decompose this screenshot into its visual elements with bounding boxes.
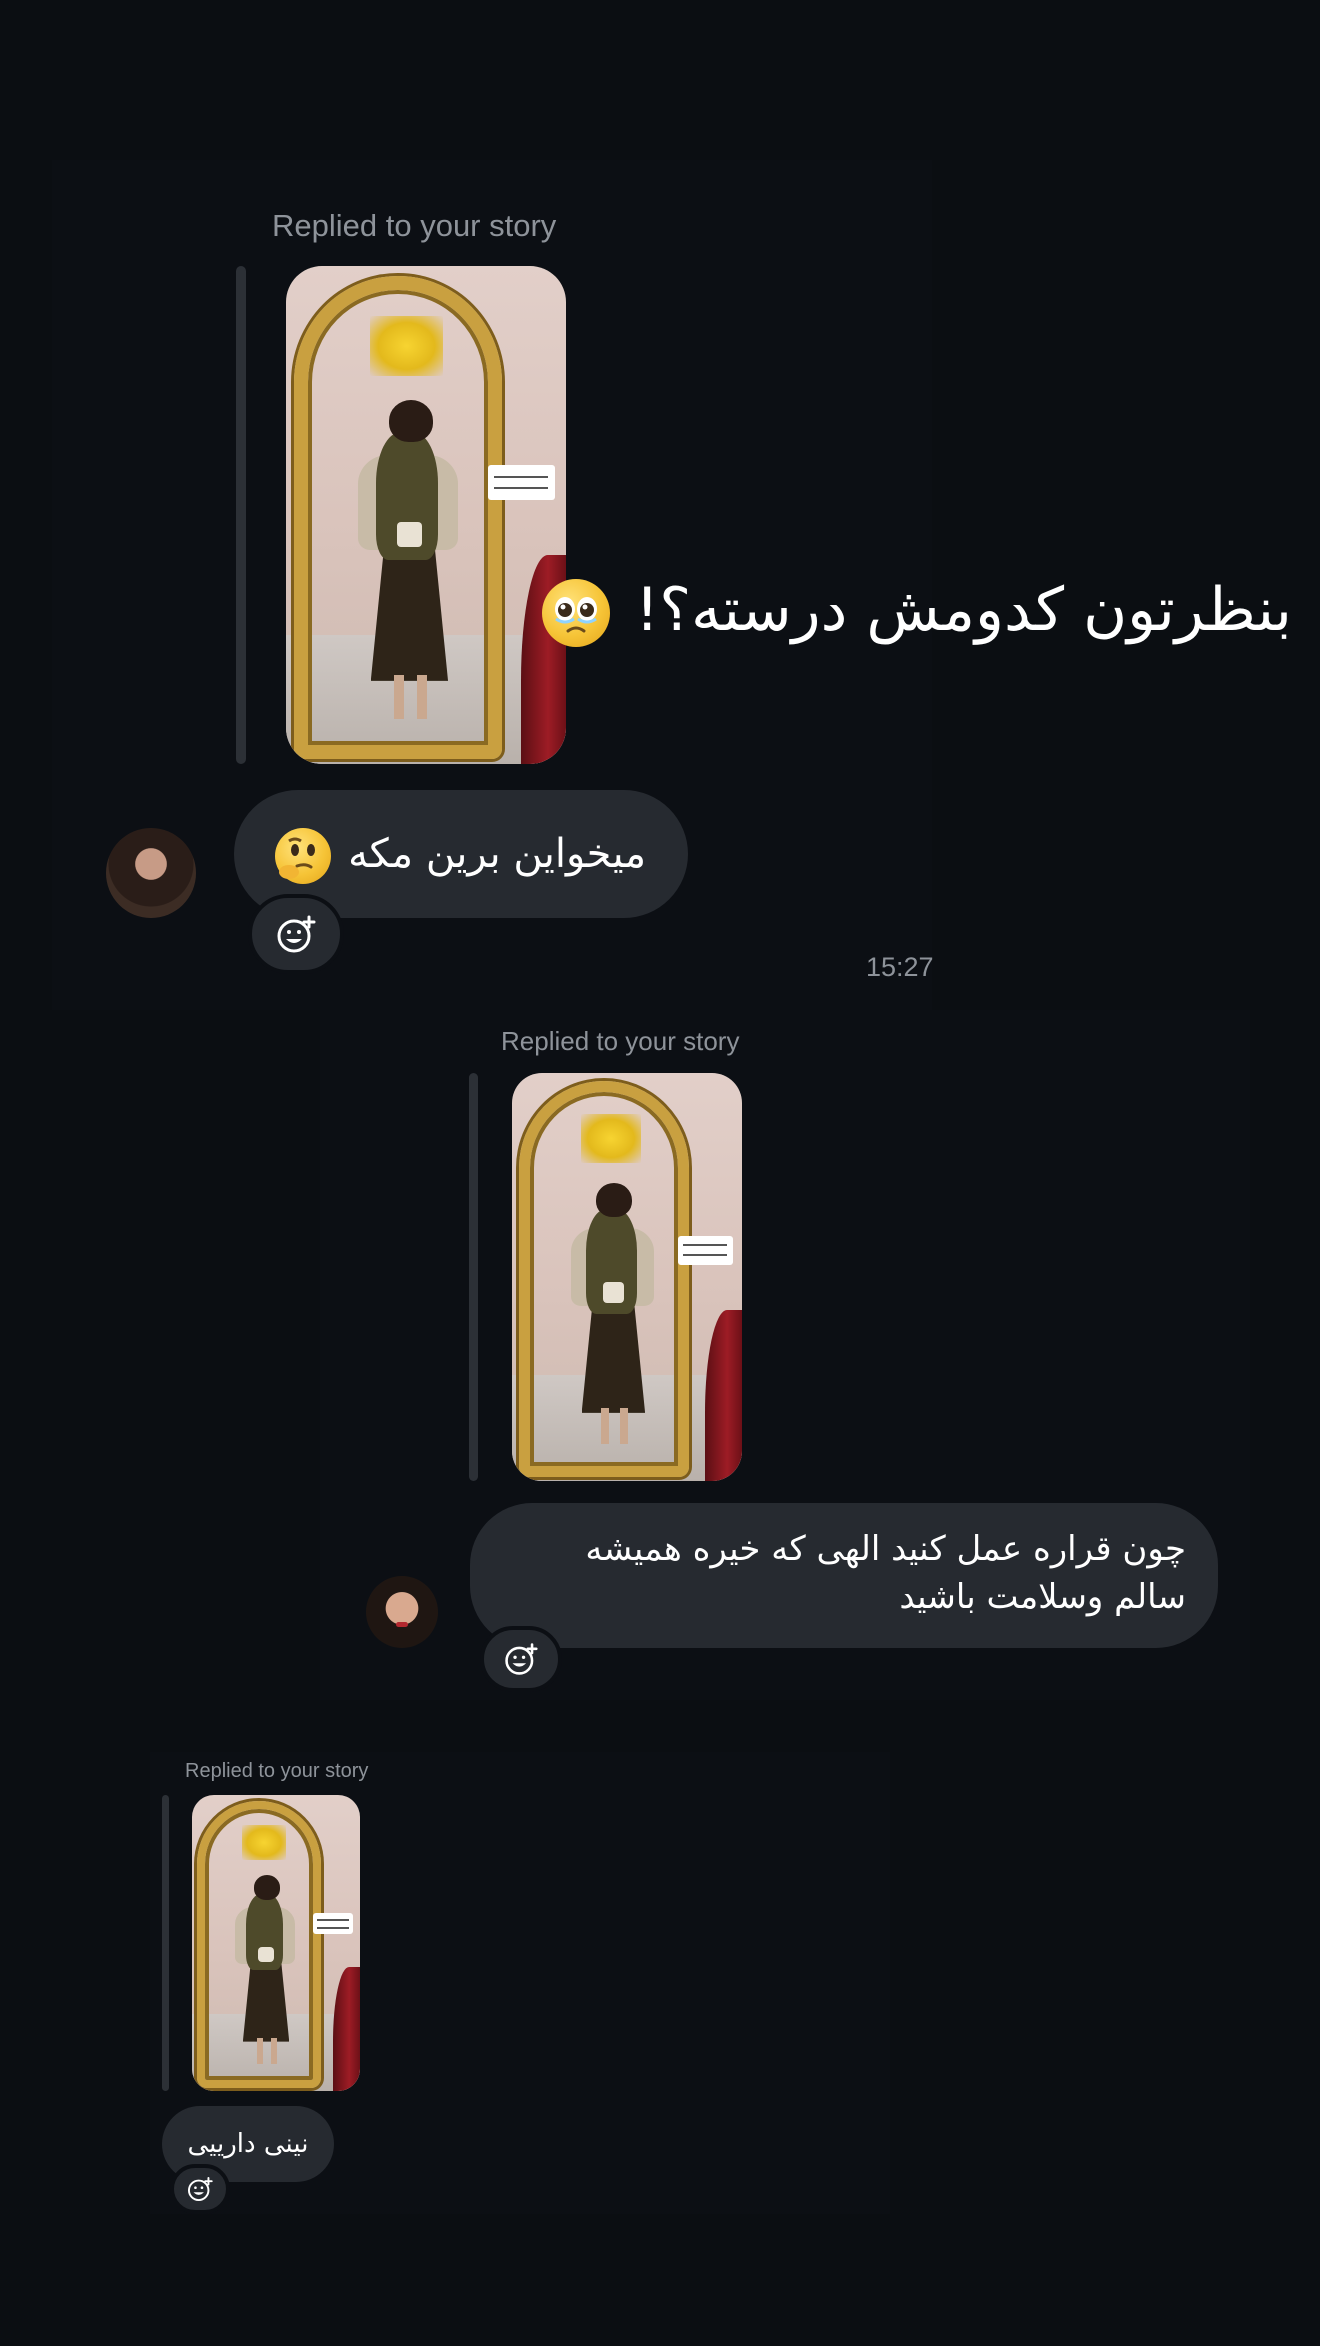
message-3-text: نینی دارییی xyxy=(187,2129,309,2159)
add-reaction-button-3[interactable] xyxy=(170,2164,230,2214)
add-reaction-button-1[interactable] xyxy=(248,894,344,974)
story-thumbnail[interactable] xyxy=(192,1795,360,2091)
add-reaction-icon xyxy=(505,1643,538,1675)
story-reply-quote-line xyxy=(236,266,246,764)
pleading-face-emoji-icon xyxy=(542,579,611,648)
add-reaction-icon xyxy=(277,915,316,953)
story-reply-quote-line xyxy=(162,1795,169,2091)
story-caption-text: بنظرتون کدومش درسته؟! xyxy=(635,575,1292,645)
story-caption: بنظرتون کدومش درسته؟! xyxy=(542,570,1292,650)
replied-to-story-label: Replied to your story xyxy=(272,208,557,243)
chat-thread: Replied to your story بنظرتون کدومش درست… xyxy=(0,0,1320,2346)
story-thumbnail[interactable] xyxy=(512,1073,742,1481)
replied-to-story-label: Replied to your story xyxy=(185,1760,369,1782)
add-reaction-icon xyxy=(187,2176,213,2202)
story-thumbnail[interactable] xyxy=(286,266,566,764)
add-reaction-button-2[interactable] xyxy=(480,1626,562,1692)
message-2-text: چون قراره عمل کنید الهی که خیره همیشه سا… xyxy=(585,1529,1186,1617)
replied-to-story-label: Replied to your story xyxy=(501,1026,740,1056)
message-bubble-2[interactable]: چون قراره عمل کنید الهی که خیره همیشه سا… xyxy=(470,1503,1218,1648)
timestamp: 15:27 xyxy=(866,952,934,982)
message-1-text: میخواین برین مکه xyxy=(348,831,646,877)
thinking-face-emoji-icon xyxy=(275,828,332,884)
sender-avatar-1[interactable] xyxy=(106,828,196,918)
story-reply-quote-line xyxy=(469,1073,478,1481)
sender-avatar-2[interactable] xyxy=(366,1576,438,1648)
